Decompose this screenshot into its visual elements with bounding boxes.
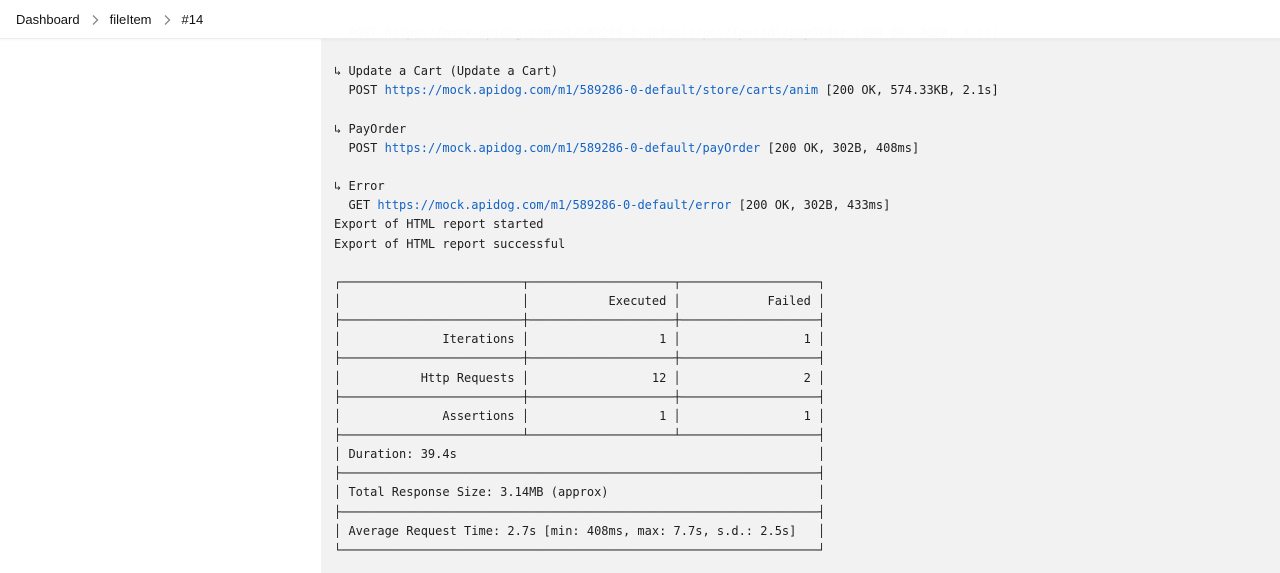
summary-table-line: └───────────────────────────────────────… bbox=[334, 542, 826, 557]
request-url-link[interactable]: https://mock.apidog.com/m1/589286-0-defa… bbox=[385, 141, 761, 155]
log-line: POST https://mock.apidog.com/m1/589286-0… bbox=[334, 81, 999, 100]
breadcrumb-current-run: #14 bbox=[181, 11, 204, 27]
console-log: POST https://mock.apidog.com/m1/589286-0… bbox=[334, 24, 999, 560]
summary-table-line: │ │ Executed │ Failed │ bbox=[334, 293, 826, 308]
response-stats: [200 OK, 574.33KB, 2.1s] bbox=[825, 83, 999, 98]
chevron-right-icon bbox=[156, 12, 178, 27]
request-url-link[interactable]: https://mock.apidog.com/m1/589286-0-defa… bbox=[377, 198, 731, 212]
request-url-link[interactable]: https://mock.apidog.com/m1/589286-0-defa… bbox=[385, 83, 818, 97]
summary-table-line: ┌─────────────────────────┬─────────────… bbox=[334, 274, 826, 289]
summary-table-line: ├─────────────────────────┼─────────────… bbox=[334, 313, 826, 328]
breadcrumb-fileitem[interactable]: fileItem bbox=[110, 12, 152, 27]
log-text: ↳ Error bbox=[334, 179, 385, 194]
log-text: Export of HTML report successful bbox=[334, 236, 566, 251]
log-line: GET https://mock.apidog.com/m1/589286-0-… bbox=[334, 196, 999, 215]
response-stats: [200 OK, 302B, 408ms] bbox=[767, 140, 920, 155]
breadcrumb: Dashboard fileItem #14 bbox=[0, 0, 1280, 39]
log-text: ↳ Update a Cart (Update a Cart) bbox=[334, 64, 558, 79]
log-text: Export of HTML report started bbox=[334, 217, 544, 232]
summary-table-line: ├───────────────────────────────────────… bbox=[334, 466, 826, 481]
log-line: Export of HTML report successful bbox=[334, 235, 999, 254]
breadcrumb-dashboard[interactable]: Dashboard bbox=[16, 12, 80, 27]
summary-table-line: │ Assertions │ 1 │ 1 │ bbox=[334, 408, 826, 423]
summary-table-line: │ Average Request Time: 2.7s [min: 408ms… bbox=[334, 523, 826, 538]
http-method: GET bbox=[348, 198, 371, 213]
http-method: POST bbox=[348, 140, 378, 155]
summary-table-line: ├─────────────────────────┼─────────────… bbox=[334, 351, 826, 366]
summary-table-line: │ Http Requests │ 12 │ 2 │ bbox=[334, 370, 826, 385]
summary-table-line: ├─────────────────────────┴─────────────… bbox=[334, 427, 826, 442]
log-line: ↳ Update a Cart (Update a Cart) bbox=[334, 62, 999, 81]
http-method: POST bbox=[348, 83, 378, 98]
chevron-right-icon bbox=[84, 12, 106, 27]
summary-table-line: ├───────────────────────────────────────… bbox=[334, 504, 826, 519]
summary-table-line: │ Duration: 39.4s │ bbox=[334, 447, 826, 462]
log-line: ↳ Error bbox=[334, 177, 999, 196]
log-line: ↳ PayOrder bbox=[334, 120, 999, 139]
console-output-panel: POST https://mock.apidog.com/m1/589286-0… bbox=[321, 0, 1280, 573]
log-line: POST https://mock.apidog.com/m1/589286-0… bbox=[334, 139, 999, 158]
response-stats: [200 OK, 302B, 433ms] bbox=[738, 198, 891, 213]
summary-table-line: │ Iterations │ 1 │ 1 │ bbox=[334, 332, 826, 347]
summary-table-line: ├─────────────────────────┼─────────────… bbox=[334, 389, 826, 404]
summary-table-line: │ Total Response Size: 3.14MB (approx) │ bbox=[334, 485, 826, 500]
log-line: Export of HTML report started bbox=[334, 215, 999, 234]
log-text: ↳ PayOrder bbox=[334, 121, 407, 136]
